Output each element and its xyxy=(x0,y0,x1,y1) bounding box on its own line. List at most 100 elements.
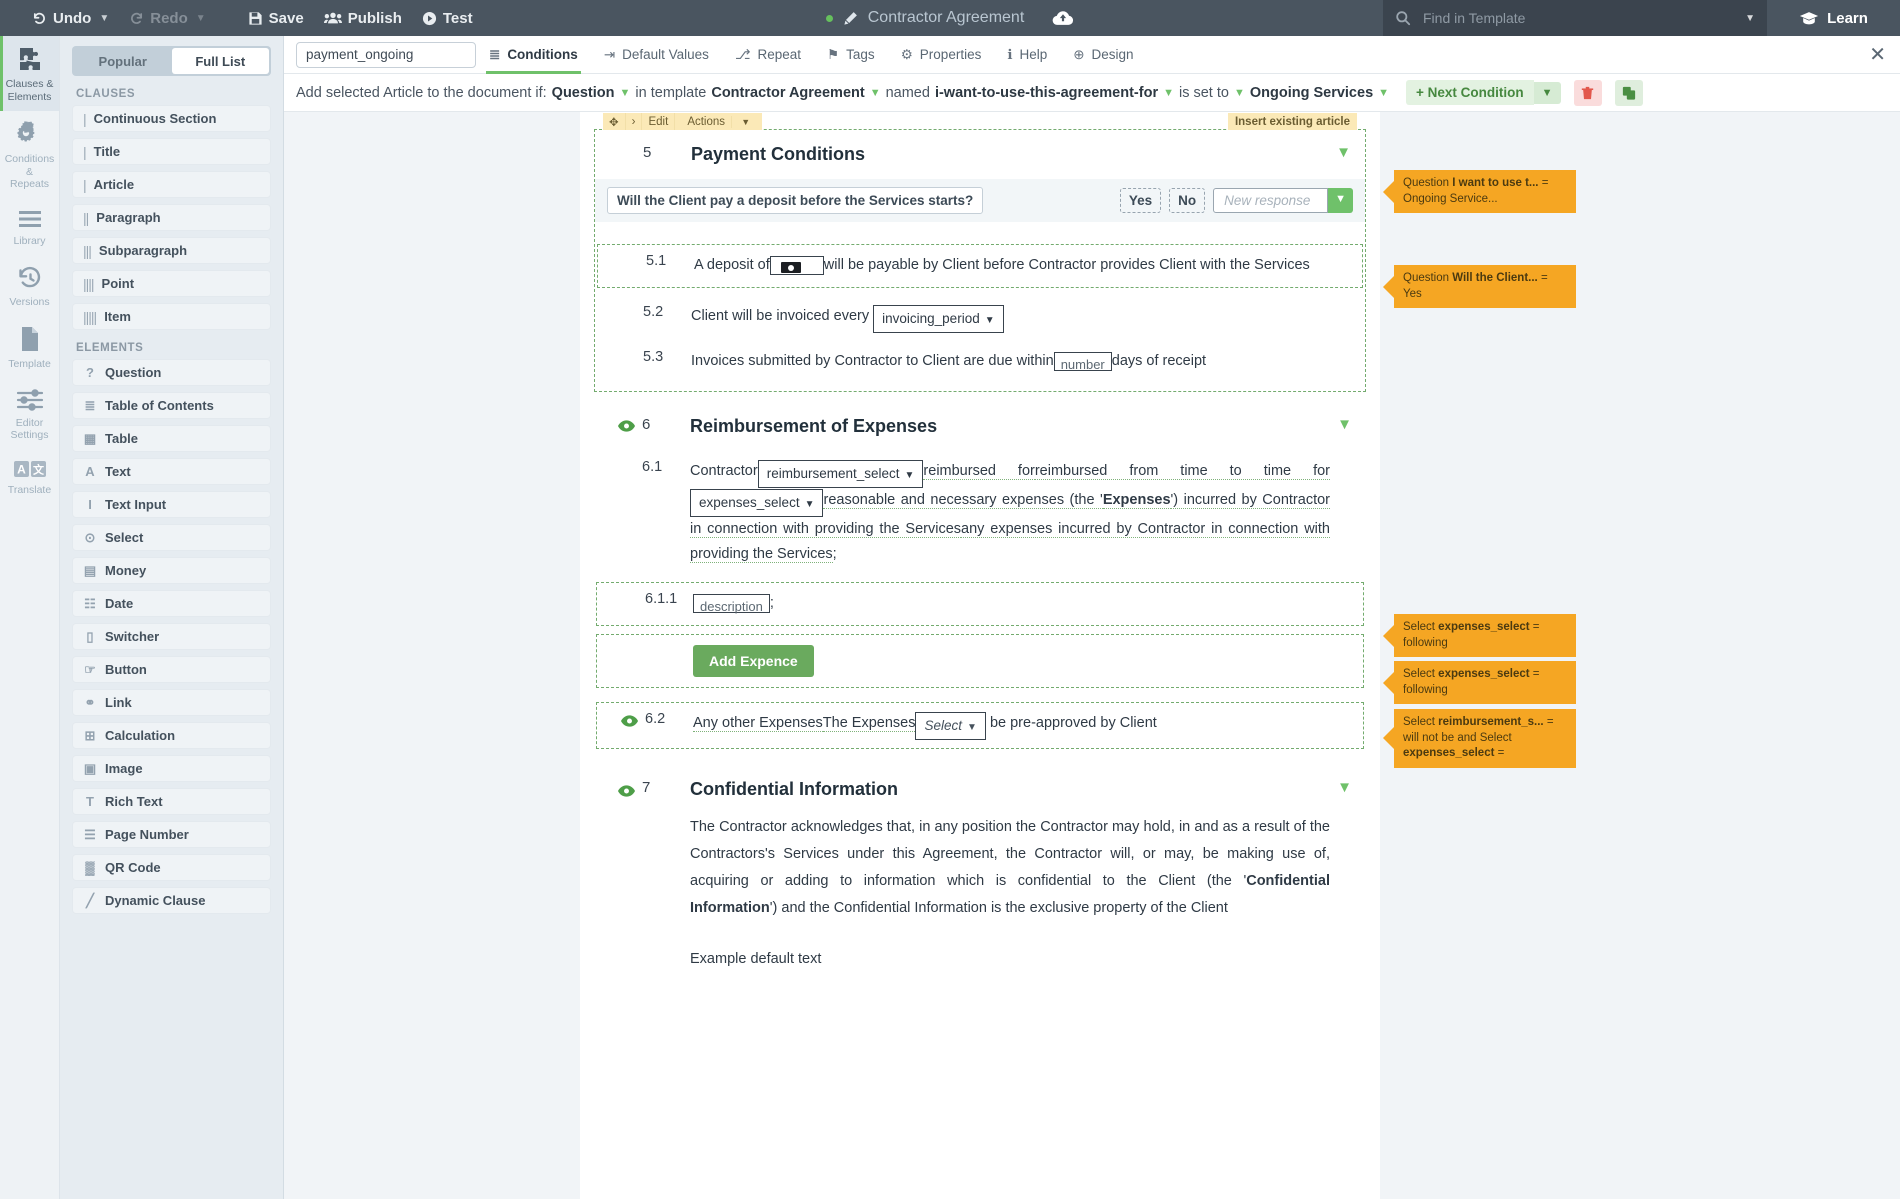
element-item-money[interactable]: ▤ Money xyxy=(72,557,271,584)
document-canvas[interactable]: ✥ › Edit Actions ▼ Insert existing artic… xyxy=(284,112,1900,1199)
clause-item-item[interactable]: ||||| Item xyxy=(72,303,271,330)
cloud-upload-icon[interactable] xyxy=(1052,10,1074,27)
next-condition-button[interactable]: + Next Condition xyxy=(1406,80,1534,105)
expenses-select[interactable]: expenses_select ▼ xyxy=(690,488,824,517)
rail-item-translate[interactable]: A 文 Translate xyxy=(0,450,59,505)
tab-conditions[interactable]: ≣ Conditions xyxy=(476,36,591,74)
article-7-block[interactable]: 7 Confidential Information ▼ The Contrac… xyxy=(594,765,1366,973)
deposit-money-input[interactable] xyxy=(769,256,824,275)
element-item-table[interactable]: ▦ Table xyxy=(72,425,271,452)
condition-value[interactable]: Ongoing Services xyxy=(1250,85,1373,101)
save-button[interactable]: Save xyxy=(238,0,314,36)
clause-item-continuous-section[interactable]: | Continuous Section xyxy=(72,105,271,132)
question-label-box[interactable]: Will the Client pay a deposit before the… xyxy=(607,187,984,214)
article-5-title[interactable]: Payment Conditions xyxy=(691,144,1336,165)
tab-properties[interactable]: ⚙ Properties xyxy=(888,36,995,74)
element-item-select[interactable]: ⊙ Select xyxy=(72,524,271,551)
document-title[interactable]: Contractor Agreement xyxy=(868,9,1025,27)
condition-question-name[interactable]: i-want-to-use-this-agreement-for xyxy=(935,85,1158,101)
due-days-input[interactable]: number xyxy=(1053,351,1112,372)
element-item-rich-text[interactable]: T Rich Text xyxy=(72,788,271,815)
chevron-down-icon[interactable]: ▼ xyxy=(1745,13,1755,24)
element-item-switcher[interactable]: ▯ Switcher xyxy=(72,623,271,650)
tab-full-list[interactable]: Full List xyxy=(171,48,269,74)
element-item-table-of-contents[interactable]: ≣ Table of Contents xyxy=(72,392,271,419)
clause-6-1-1-block[interactable]: 6.1.1 description; xyxy=(596,582,1364,627)
new-response-input[interactable]: New response xyxy=(1213,188,1329,213)
eye-icon[interactable] xyxy=(618,785,635,797)
clause-6-2-text[interactable]: Any other ExpensesThe Expenses Select ▼ be… xyxy=(693,711,1363,741)
clause-5-1-text[interactable]: A deposit of will be payable by Client be… xyxy=(694,253,1362,279)
element-item-question[interactable]: ? Question xyxy=(72,359,271,386)
element-item-image[interactable]: ▣ Image xyxy=(72,755,271,782)
clause-item-paragraph[interactable]: || Paragraph xyxy=(72,204,271,231)
article-7-collapse-chevron-down-icon[interactable]: ▼ xyxy=(1337,779,1366,796)
clause-5-2-text[interactable]: Client will be invoiced every invoicing_… xyxy=(691,304,1365,333)
test-button[interactable]: Test xyxy=(412,0,483,36)
chevron-down-icon[interactable]: ▼ xyxy=(1378,87,1389,99)
element-item-calculation[interactable]: ⊞ Calculation xyxy=(72,722,271,749)
rail-item-template[interactable]: Template xyxy=(0,316,59,379)
condition-subject[interactable]: Question xyxy=(552,85,615,101)
learn-button[interactable]: Learn xyxy=(1767,0,1900,36)
duplicate-condition-button[interactable] xyxy=(1614,79,1643,106)
clause-item-point[interactable]: |||| Point xyxy=(72,270,271,297)
element-item-page-number[interactable]: ☰ Page Number xyxy=(72,821,271,848)
tab-design[interactable]: ⊕ Design xyxy=(1060,36,1146,74)
condition-callout[interactable]: Select expenses_select = following xyxy=(1394,661,1576,705)
chevron-down-icon[interactable]: ▼ xyxy=(620,87,631,99)
element-item-link[interactable]: ⚭ Link xyxy=(72,689,271,716)
condition-callout[interactable]: Question Will the Client... = Yes xyxy=(1394,265,1576,309)
element-name-input[interactable] xyxy=(296,41,476,68)
close-icon[interactable]: ✕ xyxy=(1869,45,1886,65)
rail-item-editor-settings[interactable]: Editor Settings xyxy=(0,379,59,450)
move-handle-icon[interactable]: ✥ xyxy=(603,113,626,130)
rail-item-clauses-elements[interactable]: Clauses & Elements xyxy=(0,36,59,112)
delete-condition-button[interactable] xyxy=(1573,79,1602,106)
clause-item-title[interactable]: | Title xyxy=(72,138,271,165)
element-item-button[interactable]: ☞ Button xyxy=(72,656,271,683)
element-item-date[interactable]: ☷ Date xyxy=(72,590,271,617)
search-input[interactable] xyxy=(1421,9,1734,27)
clause-item-article[interactable]: | Article xyxy=(72,171,271,198)
article-6-collapse-chevron-down-icon[interactable]: ▼ xyxy=(1337,416,1366,433)
rail-item-library[interactable]: Library xyxy=(0,199,59,256)
clause-item-subparagraph[interactable]: ||| Subparagraph xyxy=(72,237,271,264)
article-5-collapse-chevron-down-icon[interactable]: ▼ xyxy=(1336,144,1365,161)
chevron-down-icon[interactable]: ▼ xyxy=(870,87,881,99)
condition-callout[interactable]: Select reimbursement_s... = will not be … xyxy=(1394,709,1576,768)
answer-no-button[interactable]: No xyxy=(1169,188,1206,213)
condition-callout[interactable]: Question I want to use t... = Ongoing Se… xyxy=(1394,170,1576,214)
actions-button[interactable]: Actions ▼ xyxy=(675,113,762,130)
new-response-chevron-down-icon[interactable]: ▼ xyxy=(1328,188,1353,213)
undo-button[interactable]: Undo ▼ xyxy=(22,0,119,36)
article-5-block[interactable]: ✥ › Edit Actions ▼ Insert existing artic… xyxy=(594,113,1366,392)
reimbursement-select[interactable]: reimbursement_select ▼ xyxy=(757,459,924,488)
article-7-paragraph-1[interactable]: The Contractor acknowledges that, in any… xyxy=(594,814,1366,922)
clause-5-1-block[interactable]: 5.1 A deposit of will be payable by Clien… xyxy=(597,244,1363,288)
eye-icon[interactable] xyxy=(618,419,635,432)
find-in-template[interactable]: ▼ xyxy=(1383,0,1767,36)
condition-callout[interactable]: Select expenses_select = following xyxy=(1394,614,1576,658)
article-6-title[interactable]: Reimbursement of Expenses xyxy=(690,416,1337,437)
chevron-down-icon[interactable]: ▼ xyxy=(196,13,206,24)
clause-6-1-text[interactable]: Contractor reimbursement_select ▼ reimburse… xyxy=(690,459,1366,569)
insert-existing-article-button[interactable]: Insert existing article xyxy=(1227,113,1357,130)
chevron-down-icon[interactable]: ▼ xyxy=(1163,87,1174,99)
condition-operator[interactable]: is set to xyxy=(1179,85,1229,101)
redo-button[interactable]: Redo ▼ xyxy=(119,0,215,36)
next-condition-chevron-down-icon[interactable]: ▼ xyxy=(1533,81,1561,104)
add-expence-button[interactable]: Add Expence xyxy=(693,645,814,678)
article-6-block[interactable]: 6 Reimbursement of Expenses ▼ 6.1 Contra… xyxy=(594,402,1366,750)
clause-6-2-block[interactable]: 6.2 Any other ExpensesThe Expenses Select… xyxy=(596,702,1364,750)
clause-6-1-1-text[interactable]: description; xyxy=(693,591,1363,617)
chevron-down-icon[interactable]: ▼ xyxy=(99,13,109,24)
condition-template-name[interactable]: Contractor Agreement xyxy=(711,85,864,101)
answer-yes-button[interactable]: Yes xyxy=(1119,188,1162,213)
article-7-paragraph-2[interactable]: Example default text xyxy=(594,946,1366,973)
tab-tags[interactable]: ⚑ Tags xyxy=(814,36,888,74)
pencil-icon[interactable] xyxy=(843,11,858,26)
invoicing-period-select[interactable]: invoicing_period ▼ xyxy=(873,304,1004,333)
tab-default-values[interactable]: ⇥ Default Values xyxy=(591,36,722,74)
clause-5-3-text[interactable]: Invoices submitted by Contractor to Clie… xyxy=(691,349,1365,375)
